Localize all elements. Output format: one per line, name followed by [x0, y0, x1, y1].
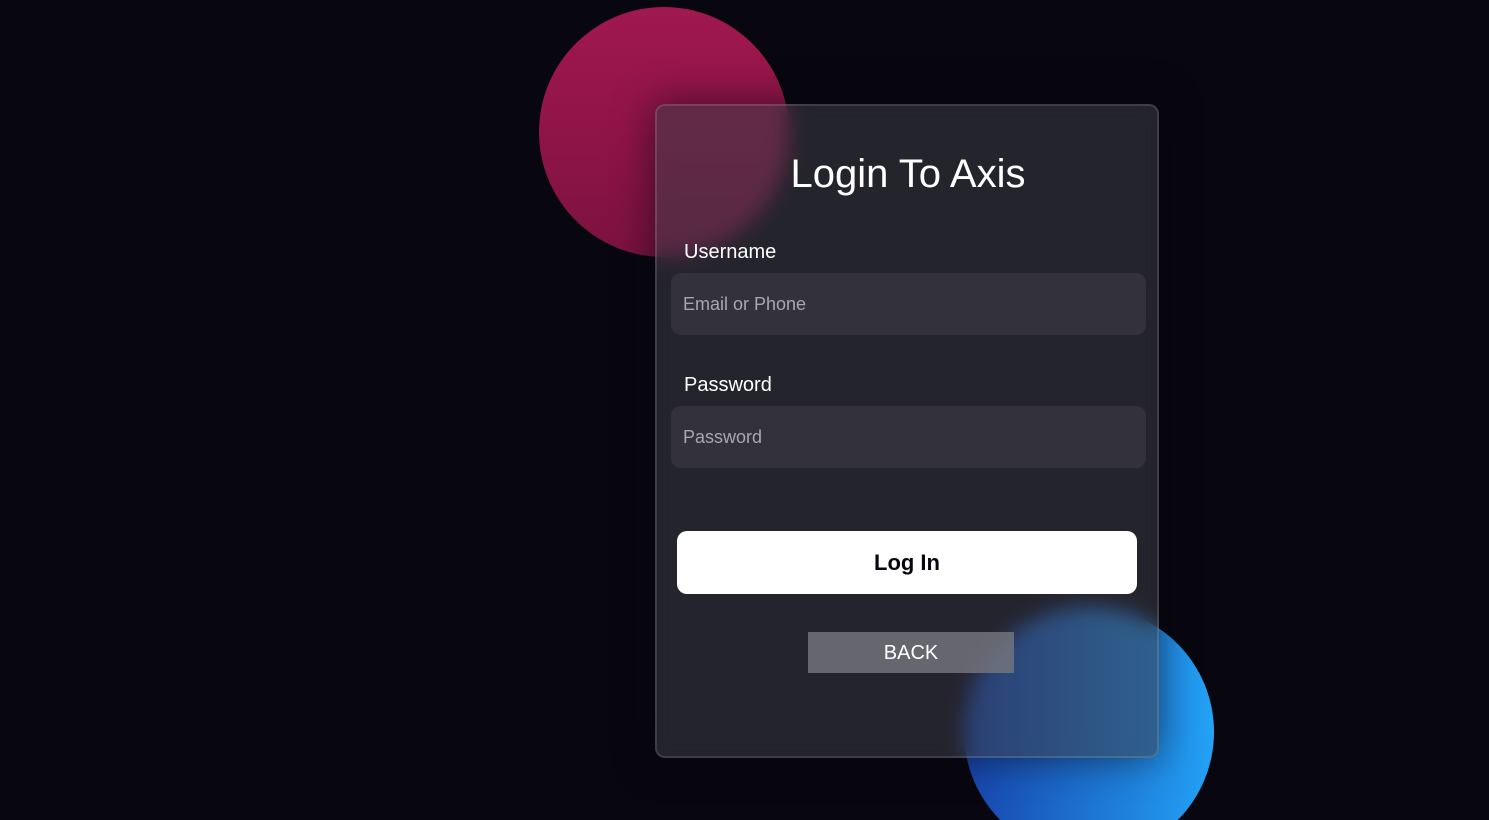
username-input[interactable] — [671, 273, 1146, 335]
login-card: Login To Axis Username Password Log In B… — [655, 104, 1159, 758]
password-input[interactable] — [671, 406, 1146, 468]
login-title: Login To Axis — [790, 152, 1026, 196]
username-label: Username — [684, 241, 777, 263]
password-label: Password — [684, 374, 772, 396]
back-button[interactable]: BACK — [808, 632, 1014, 673]
login-page: Login To Axis Username Password Log In B… — [0, 0, 1489, 820]
login-button[interactable]: Log In — [677, 531, 1137, 594]
